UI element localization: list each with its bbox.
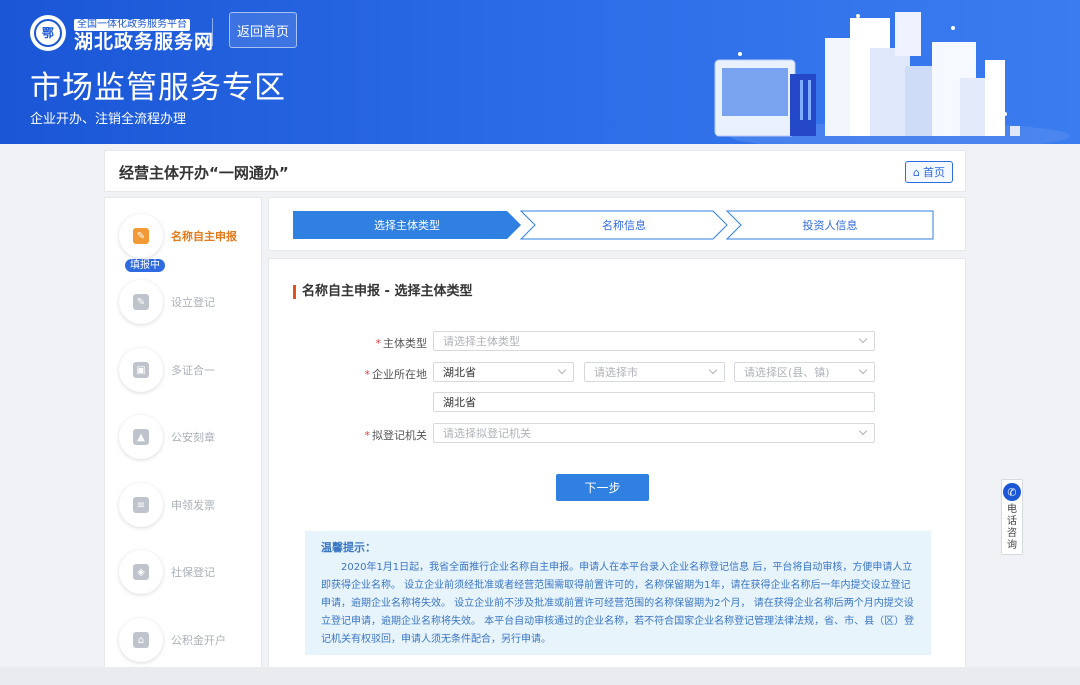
- step-investor-info[interactable]: 投资人信息: [727, 210, 933, 240]
- process-sidebar: ✎ 名称自主申报 填报中 ✎ 设立登记 ▣ 多证合一 ▲ 公安刻章 ≡ 申领发票…: [104, 197, 262, 685]
- back-home-button[interactable]: 返回首页: [229, 12, 297, 48]
- tips-title: 温馨提示：: [321, 541, 376, 554]
- home-link-label: 首页: [923, 166, 945, 179]
- location-label: * 企业所在地: [364, 368, 428, 381]
- page-title: 市场监管服务专区: [30, 70, 286, 106]
- phone-consult-label: 电话咨询: [1007, 504, 1017, 551]
- phone-icon: ✆: [1003, 483, 1021, 501]
- section-title: 名称自主申报 - 选择主体类型: [293, 285, 472, 299]
- tips-box: 温馨提示： 2020年1月1日起，我省全面推行企业名称自主申报。申请人在本平台录…: [305, 531, 931, 655]
- sidebar-item-label: 名称自主申报: [171, 230, 237, 243]
- city-illustration: [714, 12, 1070, 144]
- authority-select[interactable]: 请选择拟登记机关: [433, 423, 875, 443]
- sidebar-item-name-declaration[interactable]: ✎ 名称自主申报: [119, 214, 259, 258]
- entity-type-label: * 主体类型: [375, 337, 428, 350]
- shield-icon: ◈: [133, 564, 149, 580]
- chevron-down-icon: [858, 334, 868, 344]
- divider: [212, 18, 213, 46]
- entity-type-select[interactable]: 请选择主体类型: [433, 331, 875, 351]
- page-subtitle: 企业开办、注销全流程办理: [30, 112, 187, 127]
- bottom-bar: [0, 667, 1080, 685]
- seal-icon: ▲: [133, 429, 149, 445]
- edit-icon: ✎: [133, 228, 149, 244]
- phone-consult-widget[interactable]: ✆ 电话咨询: [1001, 479, 1023, 555]
- certificate-icon: ▣: [133, 362, 149, 378]
- sidebar-item-label: 多证合一: [171, 364, 215, 377]
- service-title: 经营主体开办“一网通办”: [119, 164, 289, 182]
- home-icon: ⌂: [913, 165, 920, 179]
- chevron-down-icon: [708, 365, 718, 375]
- sidebar-item-multi-cert[interactable]: ▣ 多证合一: [119, 348, 259, 392]
- register-icon: ✎: [133, 294, 149, 310]
- chevron-down-icon: [858, 365, 868, 375]
- district-select[interactable]: 请选择区(县、镇): [734, 362, 875, 382]
- tips-body: 2020年1月1日起，我省全面推行企业名称自主申报。申请人在本平台录入企业名称登…: [321, 562, 915, 645]
- form-panel: 名称自主申报 - 选择主体类型 * 主体类型 请选择主体类型 * 企业所在地 湖北省…: [268, 258, 966, 685]
- sidebar-item-label: 公安刻章: [171, 431, 215, 444]
- chevron-down-icon: [858, 426, 868, 436]
- emblem-icon: 鄂: [30, 14, 66, 51]
- sidebar-item-label: 设立登记: [171, 296, 215, 309]
- sidebar-item-police-seal[interactable]: ▲ 公安刻章: [119, 415, 259, 459]
- invoice-icon: ≡: [133, 497, 149, 513]
- sidebar-item-social-security[interactable]: ◈ 社保登记: [119, 550, 259, 594]
- city-select[interactable]: 请选择市: [584, 362, 725, 382]
- address-field[interactable]: 湖北省: [433, 392, 875, 412]
- next-step-button[interactable]: 下一步: [556, 474, 649, 501]
- sidebar-item-label: 社保登记: [171, 566, 215, 579]
- sidebar-item-housing-fund[interactable]: ⌂ 公积金开户: [119, 618, 259, 662]
- chevron-down-icon: [557, 365, 567, 375]
- header-banner: 鄂 全国一体化政务服务平台 湖北政务服务网 返回首页 市场监管服务专区 企业开办…: [0, 0, 1080, 144]
- logo-tag: 全国一体化政务服务平台: [74, 19, 190, 31]
- authority-label: * 拟登记机关: [364, 429, 428, 442]
- sidebar-item-label: 公积金开户: [171, 634, 226, 647]
- province-select[interactable]: 湖北省: [433, 362, 574, 382]
- step-name-info[interactable]: 名称信息: [521, 210, 727, 240]
- sidebar-item-establishment[interactable]: ✎ 设立登记: [119, 280, 259, 324]
- sidebar-item-label: 申领发票: [171, 499, 215, 512]
- house-icon: ⌂: [133, 632, 149, 648]
- sidebar-item-invoice[interactable]: ≡ 申领发票: [119, 483, 259, 527]
- step-select-type[interactable]: 选择主体类型: [293, 210, 521, 240]
- progress-steps: 选择主体类型 名称信息 投资人信息: [268, 197, 966, 251]
- logo-title: 湖北政务服务网: [74, 31, 215, 53]
- status-badge: 填报中: [125, 259, 165, 272]
- site-logo[interactable]: 鄂 全国一体化政务服务平台 湖北政务服务网: [30, 12, 214, 53]
- home-link-button[interactable]: ⌂ 首页: [905, 161, 953, 183]
- service-header: 经营主体开办“一网通办” ⌂ 首页: [104, 150, 966, 192]
